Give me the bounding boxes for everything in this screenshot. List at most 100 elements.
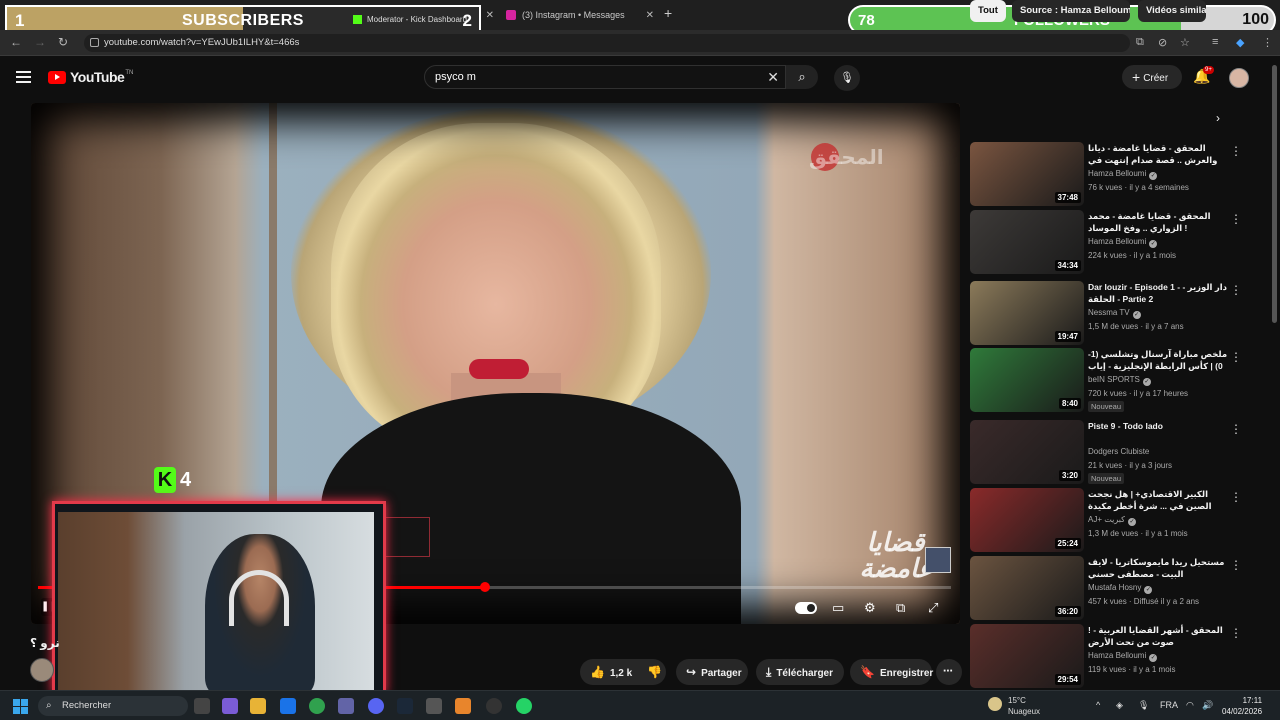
- menu-icon[interactable]: ⋮: [1262, 36, 1273, 49]
- mic-tray-icon[interactable]: 🎙: [1138, 700, 1149, 711]
- bookmark-star-icon[interactable]: ☆: [1180, 36, 1190, 49]
- task-view-icon[interactable]: [194, 698, 210, 714]
- more-options-icon[interactable]: ⋮: [1230, 144, 1242, 158]
- save-button[interactable]: 🔖 Enregistrer: [850, 659, 933, 685]
- steam-icon[interactable]: [397, 698, 413, 714]
- share-button[interactable]: ↪ Partager: [676, 659, 748, 685]
- volume-icon[interactable]: 🔊: [1202, 700, 1213, 711]
- video-title[interactable]: المحقق - قضايا غامضة - ديانا والعرش .. ق…: [1088, 142, 1228, 168]
- chrome-icon[interactable]: [309, 698, 325, 714]
- channel-name[interactable]: Hamza Belloumi ✓: [1088, 651, 1158, 662]
- video-title[interactable]: المحقق - قضايا غامضة - محمد الزواري .. و…: [1088, 210, 1228, 234]
- video-thumbnail[interactable]: 19:47: [970, 281, 1084, 345]
- weather-widget[interactable]: 15°C Nuageux: [988, 695, 1040, 717]
- more-options-icon[interactable]: ⋮: [1230, 212, 1242, 226]
- install-app-icon[interactable]: ⧉: [1136, 36, 1144, 49]
- video-thumbnail[interactable]: 3:20: [970, 420, 1084, 484]
- channel-name[interactable]: Hamza Belloumi ✓: [1088, 169, 1158, 180]
- video-title[interactable]: الكبير الاقتصادي+ | هل نجحت الصين في ...…: [1088, 488, 1228, 514]
- create-button[interactable]: + Créer: [1122, 65, 1182, 89]
- video-thumbnail[interactable]: 34:34: [970, 210, 1084, 274]
- recommendation-item[interactable]: 3:20 Piste 9 - Todo lado Dodgers Clubiste 2…: [970, 420, 1250, 484]
- video-thumbnail[interactable]: 29:54: [970, 624, 1084, 688]
- more-actions-button[interactable]: ⋯: [936, 659, 962, 685]
- app-icon[interactable]: [455, 698, 471, 714]
- network-icon[interactable]: ◈: [1116, 700, 1123, 711]
- download-button[interactable]: ⤓ Télécharger: [756, 659, 844, 685]
- teams-icon[interactable]: [338, 698, 354, 714]
- page-scrollbar[interactable]: [1272, 65, 1277, 323]
- channel-name[interactable]: Nessma TV ✓: [1088, 308, 1141, 319]
- fullscreen-icon[interactable]: ⤢: [928, 600, 938, 616]
- recommendation-item[interactable]: 36:20 مستحيل ريدا مايموسكاتريا - لايف الب…: [970, 556, 1250, 620]
- more-options-icon[interactable]: ⋮: [1230, 422, 1242, 436]
- video-thumbnail[interactable]: 25:24: [970, 488, 1084, 552]
- video-title[interactable]: مستحيل ريدا مايموسكاتريا - لايف البيت - …: [1088, 556, 1228, 580]
- chevron-right-icon[interactable]: ›: [1216, 111, 1220, 125]
- site-info-icon[interactable]: [90, 38, 99, 47]
- new-tab-icon[interactable]: +: [664, 5, 672, 21]
- taskbar-search[interactable]: ⌕ Rechercher: [38, 696, 188, 716]
- video-thumbnail[interactable]: 36:20: [970, 556, 1084, 620]
- outlook-icon[interactable]: [280, 698, 296, 714]
- autoplay-toggle[interactable]: [795, 602, 817, 614]
- recommendation-item[interactable]: 25:24 الكبير الاقتصادي+ | هل نجحت الصين ف…: [970, 488, 1250, 552]
- video-title[interactable]: Piste 9 - Todo lado: [1088, 420, 1228, 432]
- channel-name[interactable]: Dodgers Clubiste: [1088, 447, 1149, 456]
- recommendation-item[interactable]: 34:34 المحقق - قضايا غامضة - محمد الزواري…: [970, 210, 1250, 274]
- whatsapp-icon[interactable]: [516, 698, 532, 714]
- search-icon[interactable]: ⌕: [786, 65, 818, 89]
- language-indicator[interactable]: FRA: [1160, 700, 1178, 710]
- channel-name[interactable]: Mustafa Hosny ✓: [1088, 583, 1153, 594]
- more-options-icon[interactable]: ⋮: [1230, 350, 1242, 364]
- like-dislike-group[interactable]: 👍 1,2 k 👎: [580, 659, 666, 685]
- video-thumbnail[interactable]: 37:48: [970, 142, 1084, 206]
- chip-related[interactable]: Vidéos similaires: [1138, 0, 1206, 22]
- store-icon[interactable]: [426, 698, 442, 714]
- recommendation-item[interactable]: 19:47 Dar louzir - Episode 1 - دار الوزير…: [970, 281, 1250, 345]
- chip-all[interactable]: Tout: [970, 0, 1006, 22]
- youtube-logo[interactable]: YouTube TN: [48, 69, 133, 85]
- chip-source[interactable]: Source : Hamza Belloumi: [1012, 0, 1130, 22]
- file-explorer-icon[interactable]: [250, 698, 266, 714]
- reading-list-icon[interactable]: ≡: [1212, 36, 1218, 48]
- channel-name[interactable]: beIN SPORTS ✓: [1088, 375, 1151, 386]
- system-clock[interactable]: 17:11 04/02/2026: [1222, 695, 1262, 717]
- dislike-icon[interactable]: 👎: [647, 665, 662, 679]
- close-tab-icon[interactable]: ✕: [640, 10, 654, 21]
- hamburger-menu-icon[interactable]: [16, 71, 31, 83]
- obs-icon[interactable]: [486, 698, 502, 714]
- video-title[interactable]: Dar louzir - Episode 1 - دار الوزير - ال…: [1088, 281, 1228, 305]
- url-field[interactable]: youtube.com/watch?v=YEwJUb1ILHY&t=466s: [84, 34, 1130, 52]
- more-options-icon[interactable]: ⋮: [1230, 283, 1242, 297]
- subtitles-icon[interactable]: ▭: [832, 600, 844, 616]
- hide-icon[interactable]: ⊘: [1158, 36, 1167, 49]
- back-icon[interactable]: ←: [10, 35, 22, 49]
- channel-name[interactable]: AJ+ كبريت ✓: [1088, 515, 1136, 526]
- video-title[interactable]: ملخص مباراة آرسنال وتشلسي (1-0) | كأس ال…: [1088, 348, 1228, 374]
- search-input[interactable]: psyco m ✕: [424, 65, 786, 89]
- more-options-icon[interactable]: ⋮: [1230, 558, 1242, 572]
- close-tab-icon[interactable]: ✕: [480, 10, 494, 21]
- chevron-up-icon[interactable]: ^: [1096, 700, 1100, 710]
- miniplayer-icon[interactable]: ⧉: [896, 600, 905, 616]
- more-options-icon[interactable]: ⋮: [1230, 626, 1242, 640]
- account-avatar[interactable]: [1229, 68, 1249, 88]
- channel-name[interactable]: Hamza Belloumi ✓: [1088, 237, 1158, 248]
- windows-start-icon[interactable]: [13, 699, 28, 714]
- channel-avatar[interactable]: [30, 658, 54, 682]
- forward-icon[interactable]: →: [34, 35, 46, 49]
- video-thumbnail[interactable]: 8:40: [970, 348, 1084, 412]
- wifi-icon[interactable]: ◠: [1186, 700, 1194, 711]
- discord-icon[interactable]: [368, 698, 384, 714]
- recommendation-item[interactable]: 29:54 ! المحقق - أشهر القضايا العربية - ص…: [970, 624, 1250, 688]
- copilot-icon[interactable]: [222, 698, 238, 714]
- like-icon[interactable]: 👍: [590, 665, 605, 679]
- tab-instagram[interactable]: (3) Instagram • Messages ✕: [506, 4, 654, 26]
- more-options-icon[interactable]: ⋮: [1230, 490, 1242, 504]
- clear-search-icon[interactable]: ✕: [767, 66, 779, 88]
- recommendation-item[interactable]: 8:40 ملخص مباراة آرسنال وتشلسي (1-0) | كأ…: [970, 348, 1250, 412]
- extension-icon[interactable]: ◆: [1236, 36, 1244, 49]
- settings-gear-icon[interactable]: ⚙: [864, 600, 876, 616]
- recommendation-item[interactable]: 37:48 المحقق - قضايا غامضة - ديانا والعرش…: [970, 142, 1250, 206]
